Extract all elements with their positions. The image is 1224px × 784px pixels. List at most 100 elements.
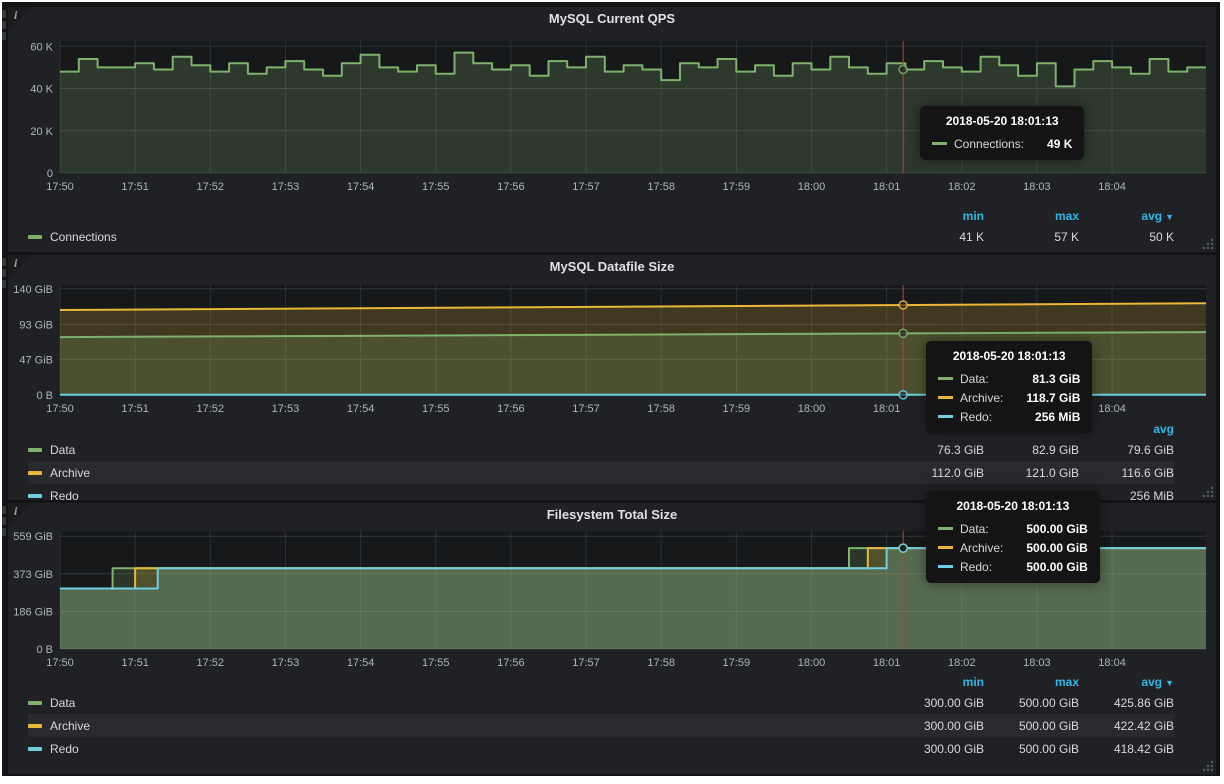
- x-axis-label: 17:52: [197, 403, 225, 415]
- tooltip-series-row: Data:500.00 GiB: [938, 519, 1088, 538]
- legend-stat-value: 82.9 GiB: [984, 443, 1079, 457]
- x-axis-label: 18:00: [798, 403, 826, 415]
- legend-series-row: Data76.3 GiB82.9 GiB79.6 GiB: [28, 438, 1174, 461]
- panel-resize-handle[interactable]: [1201, 237, 1214, 250]
- x-axis-label: 18:04: [1098, 403, 1126, 415]
- graph-tooltip: 2018-05-20 18:01:13Connections:49 K: [920, 106, 1084, 160]
- x-axis-label: 17:51: [121, 181, 149, 193]
- legend-sort-avg[interactable]: avg: [1079, 422, 1174, 436]
- x-axis-label: 17:53: [272, 657, 300, 669]
- legend-series-name: Archive: [50, 719, 90, 733]
- panel-resize-handle[interactable]: [1201, 759, 1214, 772]
- x-axis-label: 17:57: [572, 403, 600, 415]
- tooltip-series-value: 500.00 GiB: [1010, 560, 1087, 574]
- tooltip-series-label: Archive:: [960, 541, 1003, 555]
- legend-series-toggle-data[interactable]: Data: [28, 696, 889, 710]
- tooltip-series-label: Connections:: [954, 137, 1024, 151]
- panel-resize-handle[interactable]: [1201, 485, 1214, 498]
- x-axis-label: 17:50: [46, 657, 74, 669]
- legend-stat-value: 300.00 GiB: [889, 719, 984, 733]
- tooltip-series-value: 118.7 GiB: [1010, 391, 1080, 405]
- x-axis-label: 18:02: [948, 657, 976, 669]
- cursor-marker-connections: [899, 66, 907, 74]
- series-color-dash-icon: [938, 415, 953, 418]
- tooltip-series-row: Connections:49 K: [932, 134, 1072, 153]
- cursor-marker-redo: [899, 391, 907, 399]
- tooltip-series-label: Redo:: [960, 410, 992, 424]
- legend-stat-value: 79.6 GiB: [1079, 443, 1174, 457]
- x-axis-label: 18:04: [1098, 181, 1126, 193]
- legend-sort-min[interactable]: min: [889, 675, 984, 689]
- x-axis-label: 17:50: [46, 181, 74, 193]
- legend-series-toggle-archive[interactable]: Archive: [28, 466, 889, 480]
- panel-drag-handle[interactable]: [2, 258, 7, 291]
- y-axis-label: 60 K: [30, 41, 53, 53]
- series-color-dash-icon: [938, 396, 953, 399]
- x-axis-label: 17:58: [647, 181, 675, 193]
- tooltip-series-value: 81.3 GiB: [1016, 372, 1080, 386]
- legend-sort-avg[interactable]: avg▼: [1079, 209, 1174, 223]
- series-color-dash-icon: [938, 377, 953, 380]
- sort-caret-icon: ▼: [1165, 678, 1174, 688]
- x-axis-label: 18:00: [798, 657, 826, 669]
- legend-sort-avg[interactable]: avg▼: [1079, 675, 1174, 689]
- x-axis-label: 17:54: [347, 181, 375, 193]
- legend-series-toggle-redo[interactable]: Redo: [28, 742, 889, 756]
- y-axis-label: 559 GiB: [13, 531, 53, 543]
- legend-stat-value: 500.00 GiB: [984, 742, 1079, 756]
- y-axis-label: 47 GiB: [19, 354, 53, 366]
- x-axis-label: 17:57: [572, 181, 600, 193]
- x-axis-label: 17:58: [647, 403, 675, 415]
- series-color-dash-icon: [28, 235, 42, 239]
- x-axis-label: 17:59: [723, 181, 751, 193]
- x-axis-label: 18:00: [798, 181, 826, 193]
- legend-series-name: Data: [50, 443, 75, 457]
- legend-series-toggle-redo[interactable]: Redo: [28, 489, 889, 503]
- cursor-marker-redo: [899, 544, 907, 552]
- series-color-dash-icon: [938, 527, 953, 530]
- legend-sort-max[interactable]: max: [984, 675, 1079, 689]
- x-axis-label: 18:01: [873, 657, 901, 669]
- tooltip-series-label: Data:: [960, 522, 989, 536]
- x-axis-label: 17:50: [46, 403, 74, 415]
- tooltip-series-value: 500.00 GiB: [1010, 541, 1087, 555]
- tooltip-series-row: Archive: 118.7 GiB: [938, 388, 1080, 407]
- legend-stat-value: 500.00 GiB: [984, 696, 1079, 710]
- series-color-dash-icon: [28, 747, 42, 751]
- x-axis-label: 17:53: [272, 403, 300, 415]
- legend-series-toggle-data[interactable]: Data: [28, 443, 889, 457]
- cursor-marker-data: [899, 329, 907, 337]
- legend-stat-value: 300.00 GiB: [889, 742, 984, 756]
- tooltip-series-row: Redo: 256 MiB: [938, 407, 1080, 426]
- legend-series-toggle-connections[interactable]: Connections: [28, 230, 889, 244]
- screenshot-stage: i MySQL Current QPS 60 K40 K20 K017:5017…: [0, 0, 1224, 784]
- legend-series-name: Data: [50, 696, 75, 710]
- graph-tooltip: 2018-05-20 18:01:13Data:81.3 GiBArchive:…: [926, 341, 1092, 433]
- panel-title[interactable]: MySQL Current QPS: [8, 11, 1216, 26]
- x-axis-label: 18:02: [948, 181, 976, 193]
- panel-drag-handle[interactable]: [2, 506, 7, 539]
- legend-series-row: Data300.00 GiB500.00 GiB425.86 GiB: [28, 691, 1174, 714]
- y-axis-label: 186 GiB: [13, 606, 53, 618]
- series-color-dash-icon: [932, 142, 947, 145]
- x-axis-label: 18:03: [1023, 657, 1051, 669]
- x-axis-label: 17:56: [497, 403, 525, 415]
- panel-title[interactable]: MySQL Datafile Size: [8, 259, 1216, 274]
- x-axis-label: 17:52: [197, 181, 225, 193]
- series-color-dash-icon: [938, 546, 953, 549]
- x-axis-label: 17:59: [723, 403, 751, 415]
- x-axis-label: 17:53: [272, 181, 300, 193]
- legend-series-row: Redo300.00 GiB500.00 GiB418.42 GiB: [28, 737, 1174, 760]
- graph-legend: minmaxavg▼Connections41 K57 K50 K: [28, 207, 1174, 248]
- legend-header-row: minmaxavg▼: [28, 207, 1174, 225]
- legend-sort-min[interactable]: min: [889, 209, 984, 223]
- series-color-dash-icon: [28, 724, 42, 728]
- panel-drag-handle[interactable]: [2, 10, 7, 43]
- legend-sort-max[interactable]: max: [984, 209, 1079, 223]
- legend-series-toggle-archive[interactable]: Archive: [28, 719, 889, 733]
- cursor-marker-archive: [899, 301, 907, 309]
- tooltip-series-value: 256 MiB: [1019, 410, 1080, 424]
- series-color-dash-icon: [28, 448, 42, 452]
- tooltip-series-label: Archive:: [960, 391, 1003, 405]
- tooltip-series-label: Redo:: [960, 560, 992, 574]
